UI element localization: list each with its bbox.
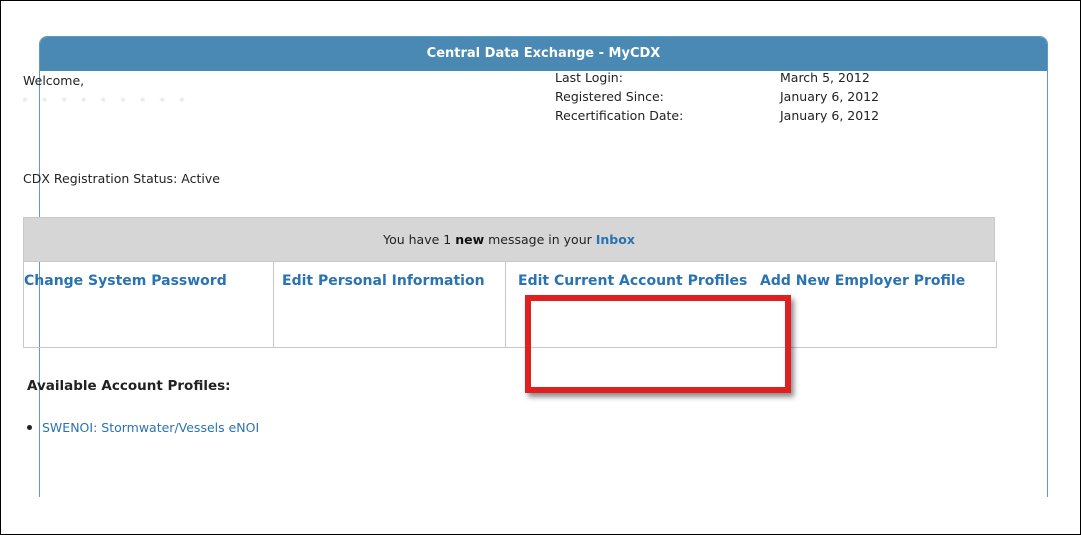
action-cell-add-employer: Add New Employer Profile	[756, 261, 996, 347]
recertification-date-label: Recertification Date:	[555, 108, 684, 123]
action-cell-change-password: Change System Password	[24, 261, 274, 347]
welcome-label: Welcome,	[23, 73, 85, 88]
profile-list: SWENOI: Stormwater/Vessels eNOI	[27, 420, 259, 435]
profile-swenoi-link[interactable]: SWENOI: Stormwater/Vessels eNOI	[42, 420, 259, 435]
inbox-middle: message in your	[488, 232, 592, 247]
add-new-employer-profile-link[interactable]: Add New Employer Profile	[760, 271, 990, 291]
action-cell-edit-profiles: Edit Current Account Profiles	[506, 261, 756, 347]
available-profiles-title: Available Account Profiles:	[27, 378, 231, 394]
account-info-labels: Last Login: Registered Since: Recertific…	[555, 68, 683, 125]
last-login-label: Last Login:	[555, 70, 623, 85]
change-system-password-link[interactable]: Change System Password	[24, 271, 267, 291]
edit-current-account-profiles-link[interactable]: Edit Current Account Profiles	[518, 271, 750, 291]
registration-status: CDX Registration Status: Active	[23, 171, 220, 186]
action-links-row: Change System Password Edit Personal Inf…	[23, 261, 997, 348]
action-cell-edit-personal: Edit Personal Information	[274, 261, 506, 347]
list-item: SWENOI: Stormwater/Vessels eNOI	[27, 420, 259, 435]
inbox-new-word: new	[455, 232, 485, 247]
edit-personal-information-link[interactable]: Edit Personal Information	[282, 271, 499, 291]
inbox-link[interactable]: Inbox	[596, 232, 635, 247]
registered-since-label: Registered Since:	[555, 89, 664, 104]
account-info-values: March 5, 2012 January 6, 2012 January 6,…	[780, 68, 879, 125]
page-frame: Central Data Exchange - MyCDX Welcome, ·…	[0, 0, 1081, 535]
registered-since-value: January 6, 2012	[780, 89, 880, 104]
panel-header: Central Data Exchange - MyCDX	[40, 37, 1047, 71]
bullet-icon	[27, 425, 32, 430]
recertification-date-value: January 6, 2012	[780, 108, 880, 123]
user-name: · · · · · · · · ·	[23, 93, 190, 103]
inbox-prefix: You have 1	[383, 232, 452, 247]
last-login-value: March 5, 2012	[780, 70, 870, 85]
inbox-bar: You have 1 new message in your Inbox	[23, 217, 995, 262]
